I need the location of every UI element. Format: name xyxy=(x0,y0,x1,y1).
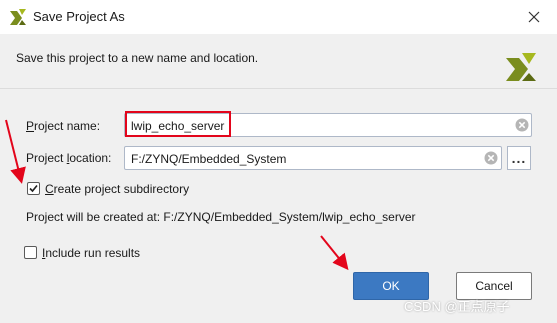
annotation-arrow xyxy=(320,235,349,271)
annotation-overlay xyxy=(5,119,349,271)
annotation-arrow xyxy=(5,119,26,184)
watermark: CSDN @正点原子 xyxy=(404,299,510,314)
